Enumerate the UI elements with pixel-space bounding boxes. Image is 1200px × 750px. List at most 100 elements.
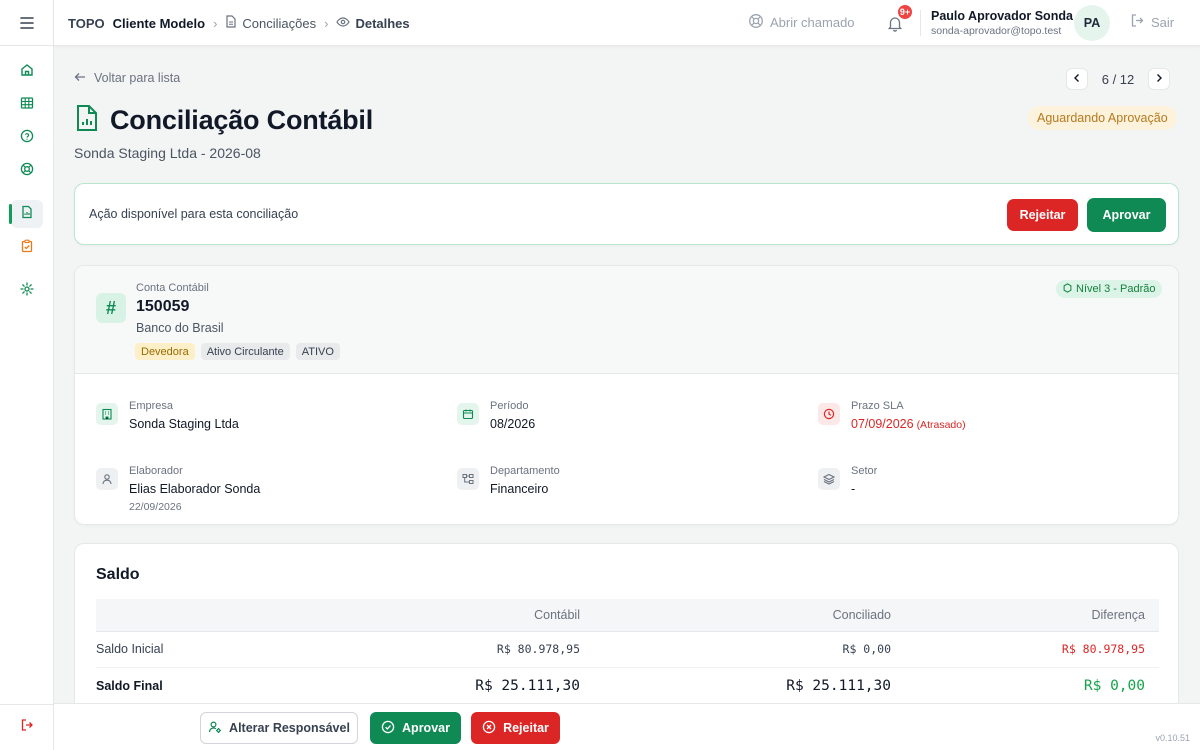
page-subtitle: Sonda Staging Ltda - 2026-08 bbox=[74, 145, 261, 161]
eye-icon bbox=[336, 16, 351, 31]
account-info-card: # Conta Contábil 150059 Banco do Brasil … bbox=[74, 265, 1179, 525]
pager-position: 6 / 12 bbox=[1101, 71, 1135, 87]
cell-diferenca: R$ 80.978,95 bbox=[905, 631, 1159, 668]
open-ticket-button[interactable]: Abrir chamado bbox=[748, 13, 855, 32]
back-to-list-link[interactable]: Voltar para lista bbox=[74, 71, 180, 85]
column-header bbox=[96, 599, 326, 632]
sidebar-item-settings[interactable] bbox=[11, 277, 43, 305]
notification-badge: 9+ bbox=[896, 3, 914, 21]
logout-icon bbox=[20, 718, 34, 737]
column-header-contabil: Contábil bbox=[326, 599, 594, 632]
file-chart-icon bbox=[74, 104, 100, 137]
tag-ativo-circulante: Ativo Circulante bbox=[200, 343, 290, 360]
cell-conciliado: R$ 0,00 bbox=[594, 631, 905, 668]
client-name[interactable]: Cliente Modelo bbox=[113, 16, 205, 31]
approve-button[interactable]: Aprovar bbox=[1087, 198, 1166, 232]
chevron-right-icon: › bbox=[213, 15, 218, 31]
page-title: Conciliação Contábil bbox=[110, 105, 374, 135]
column-header-diferenca: Diferença bbox=[905, 599, 1159, 632]
user-cog-icon bbox=[208, 720, 222, 737]
row-label: Saldo Final bbox=[96, 679, 163, 694]
breadcrumb-current: Detalhes bbox=[336, 16, 410, 31]
chevron-right-icon: › bbox=[324, 15, 329, 31]
status-badge: Aguardando Aprovação bbox=[1028, 106, 1177, 130]
lifebuoy-icon bbox=[748, 13, 764, 32]
cell-conciliado: R$ 25.111,30 bbox=[786, 678, 891, 695]
cell-contabil: R$ 80.978,95 bbox=[326, 631, 594, 668]
calendar-icon bbox=[457, 403, 479, 425]
table-header-row: Contábil Conciliado Diferença bbox=[96, 599, 1159, 632]
table-row: Saldo Inicial R$ 80.978,95 R$ 0,00 R$ 80… bbox=[96, 631, 1159, 668]
clock-icon bbox=[818, 403, 840, 425]
account-number: 150059 bbox=[136, 298, 190, 315]
hexagon-icon bbox=[1063, 282, 1072, 296]
late-note: (Atrasado) bbox=[916, 419, 966, 431]
breadcrumb: TOPO Cliente Modelo › Conciliações › Det… bbox=[68, 0, 410, 46]
help-circle-icon bbox=[20, 129, 34, 148]
file-icon bbox=[225, 15, 237, 31]
bottom-approve-button[interactable]: Aprovar bbox=[370, 712, 461, 744]
file-chart-icon bbox=[20, 205, 34, 224]
x-circle-icon bbox=[482, 720, 496, 737]
sidebar-item-table[interactable] bbox=[11, 91, 43, 119]
saldo-title: Saldo bbox=[96, 566, 140, 583]
user-name: Paulo Aprovador Sonda bbox=[931, 9, 1073, 23]
home-icon bbox=[20, 63, 34, 82]
user-email: sonda-aprovador@topo.test bbox=[931, 25, 1062, 37]
table-row: Saldo Final R$ 25.111,30 R$ 25.111,30 R$… bbox=[96, 667, 1159, 705]
menu-icon[interactable] bbox=[0, 0, 54, 46]
sidebar-item-reconciliations[interactable] bbox=[9, 200, 43, 228]
chevron-right-icon bbox=[1155, 70, 1163, 88]
sidebar-item-help[interactable] bbox=[11, 124, 43, 152]
account-bank: Banco do Brasil bbox=[136, 321, 224, 335]
action-text: Ação disponível para esta conciliação bbox=[89, 207, 299, 221]
building-icon bbox=[96, 403, 118, 425]
sidebar-item-support[interactable] bbox=[11, 157, 43, 185]
table-icon bbox=[20, 96, 34, 115]
sidebar bbox=[0, 0, 54, 750]
reject-button[interactable]: Rejeitar bbox=[1007, 199, 1078, 231]
sidebar-item-home[interactable] bbox=[11, 58, 43, 86]
account-tags: Devedora Ativo Circulante ATIVO bbox=[135, 343, 340, 360]
arrow-left-icon bbox=[74, 71, 86, 85]
brand-label[interactable]: TOPO bbox=[68, 16, 105, 31]
tag-ativo: ATIVO bbox=[295, 343, 340, 360]
lifebuoy-icon bbox=[20, 162, 34, 181]
level-badge: Nível 3 - Padrão bbox=[1056, 280, 1163, 298]
pager-prev-button[interactable] bbox=[1066, 68, 1088, 90]
action-card: Ação disponível para esta conciliação Re… bbox=[74, 183, 1179, 245]
logout-icon bbox=[1130, 13, 1145, 31]
change-owner-button[interactable]: Alterar Responsável bbox=[200, 712, 358, 744]
chevron-left-icon bbox=[1073, 70, 1081, 88]
clipboard-check-icon bbox=[20, 239, 34, 258]
sidebar-item-approvals[interactable] bbox=[11, 234, 43, 262]
layers-icon bbox=[818, 468, 840, 490]
row-label: Saldo Inicial bbox=[96, 631, 326, 668]
pager-next-button[interactable] bbox=[1148, 68, 1170, 90]
tag-devedora: Devedora bbox=[135, 343, 195, 360]
top-header: TOPO Cliente Modelo › Conciliações › Det… bbox=[54, 0, 1200, 46]
breadcrumb-conciliacoes[interactable]: Conciliações bbox=[225, 15, 316, 31]
version-label: v0.10.51 bbox=[1155, 733, 1190, 743]
gear-icon bbox=[20, 281, 34, 301]
bottom-action-bar: Alterar Responsável Aprovar Rejeitar v0.… bbox=[54, 703, 1200, 750]
avatar[interactable]: PA bbox=[1074, 5, 1110, 41]
cell-diferenca: R$ 0,00 bbox=[1083, 678, 1145, 695]
prazo-date: 07/09/2026 bbox=[851, 417, 914, 431]
account-label: Conta Contábil bbox=[136, 282, 209, 294]
check-circle-icon bbox=[381, 720, 395, 737]
notifications-button[interactable]: 9+ bbox=[884, 3, 914, 34]
user-info[interactable]: Paulo Aprovador Sonda sonda-aprovador@to… bbox=[931, 8, 1073, 38]
cell-contabil: R$ 25.111,30 bbox=[475, 678, 580, 695]
user-icon bbox=[96, 468, 118, 490]
column-header-conciliado: Conciliado bbox=[594, 599, 905, 632]
header-divider bbox=[920, 10, 921, 36]
org-chart-icon bbox=[457, 468, 479, 490]
exit-button[interactable]: Sair bbox=[1130, 13, 1174, 31]
hash-icon: # bbox=[96, 293, 126, 323]
bottom-reject-button[interactable]: Rejeitar bbox=[471, 712, 560, 744]
page-title-row: Conciliação Contábil bbox=[74, 104, 373, 137]
logout-button[interactable] bbox=[0, 704, 54, 750]
account-summary: # Conta Contábil 150059 Banco do Brasil … bbox=[75, 266, 1178, 374]
pager: 6 / 12 bbox=[1066, 68, 1170, 90]
